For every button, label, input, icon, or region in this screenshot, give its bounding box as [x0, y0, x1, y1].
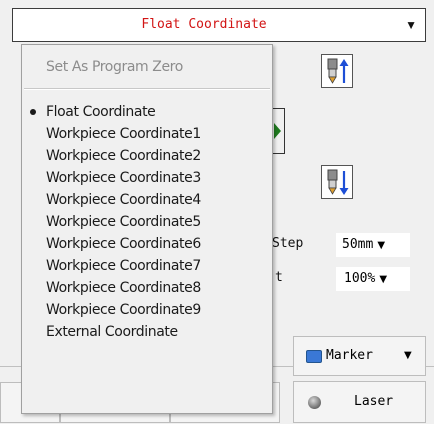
chevron-down-icon: ▼ — [377, 240, 386, 251]
marker-swatch-icon — [306, 350, 322, 363]
menu-item-workpiece-5[interactable]: Workpiece Coordinate5 — [46, 211, 201, 233]
menu-item-external-coordinate[interactable]: External Coordinate — [46, 321, 178, 343]
speed-value: 100% — [344, 271, 376, 286]
speed-label: t — [275, 270, 283, 285]
step-value: 50mm — [342, 237, 374, 252]
menu-item-workpiece-9[interactable]: Workpiece Coordinate9 — [46, 299, 201, 321]
menu-item-float-coordinate[interactable]: Float Coordinate — [46, 101, 156, 123]
coordinate-select-value: Float Coordinate — [141, 17, 267, 32]
step-label: Step — [272, 236, 304, 251]
marker-label: Marker — [326, 348, 373, 363]
laser-dot-icon — [308, 396, 321, 409]
marker-button[interactable]: Marker ▼ — [293, 336, 426, 376]
menu-item-workpiece-8[interactable]: Workpiece Coordinate8 — [46, 277, 201, 299]
menu-item-workpiece-1[interactable]: Workpiece Coordinate1 — [46, 123, 201, 145]
menu-item-workpiece-7[interactable]: Workpiece Coordinate7 — [46, 255, 201, 277]
step-select[interactable]: 50mm ▼ — [335, 232, 411, 258]
laser-button[interactable]: Laser — [293, 381, 426, 423]
menu-item-workpiece-3[interactable]: Workpiece Coordinate3 — [46, 167, 201, 189]
coordinate-select[interactable]: Float Coordinate ▼ — [12, 8, 426, 42]
menu-item-set-program-zero[interactable]: Set As Program Zero — [46, 56, 183, 78]
chevron-down-icon: ▼ — [404, 350, 412, 361]
selected-bullet-icon — [30, 109, 36, 115]
tool-z-down-icon — [327, 169, 349, 195]
play-icon — [274, 123, 281, 139]
z-down-button[interactable] — [321, 165, 353, 199]
triangle-down-icon[interactable]: ▼ — [405, 9, 417, 41]
speed-select[interactable]: 100% ▼ — [335, 266, 411, 292]
coordinate-menu: Set As Program Zero Float Coordinate Wor… — [21, 44, 273, 414]
play-button[interactable] — [272, 108, 285, 154]
chevron-down-icon: ▼ — [379, 274, 388, 285]
menu-item-workpiece-2[interactable]: Workpiece Coordinate2 — [46, 145, 201, 167]
laser-label: Laser — [354, 394, 394, 409]
menu-item-workpiece-4[interactable]: Workpiece Coordinate4 — [46, 189, 201, 211]
z-up-button[interactable] — [321, 54, 353, 88]
menu-separator — [24, 88, 270, 90]
tool-z-up-icon — [327, 58, 349, 84]
menu-item-workpiece-6[interactable]: Workpiece Coordinate6 — [46, 233, 201, 255]
